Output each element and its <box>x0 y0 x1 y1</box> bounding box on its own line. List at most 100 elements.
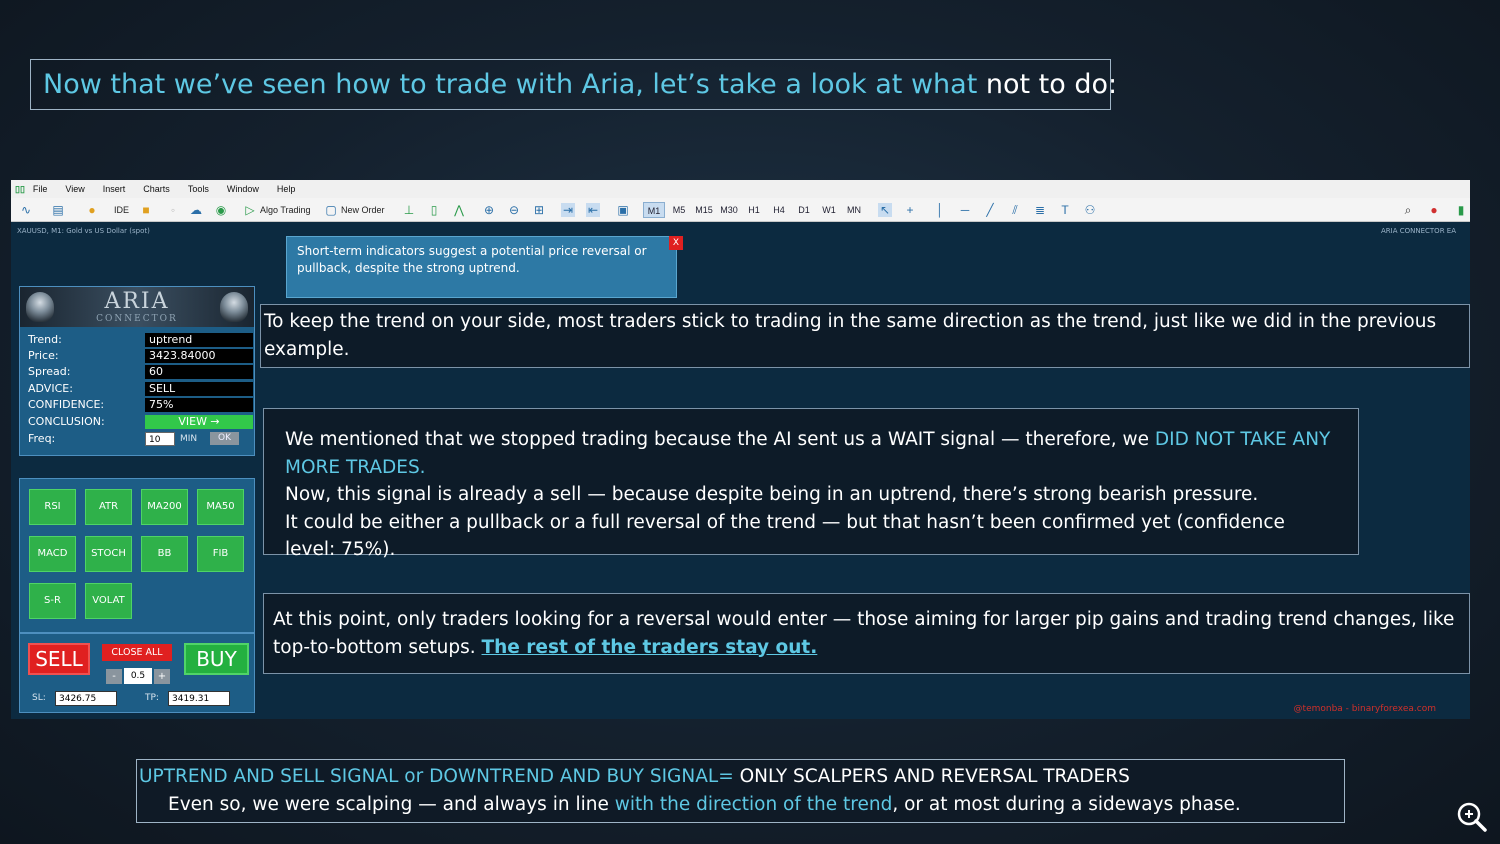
notifications-icon[interactable]: ● <box>1427 203 1441 217</box>
timeframe-mn[interactable]: MN <box>843 202 865 218</box>
crosshair-icon[interactable]: + <box>903 203 917 217</box>
tooltip-close-button[interactable]: X <box>669 236 683 250</box>
summary-line-2-highlight: with the direction of the trend <box>614 793 893 815</box>
menu-help[interactable]: Help <box>277 184 296 194</box>
indicator-tooltip: Short-term indicators suggest a potentia… <box>286 236 677 298</box>
menu-insert[interactable]: Insert <box>103 184 126 194</box>
lot-size-input[interactable]: 0.5 <box>124 668 152 684</box>
summary-box: UPTREND AND SELL SIGNAL or DOWNTREND AND… <box>136 759 1345 823</box>
buy-button[interactable]: BUY <box>184 643 249 675</box>
signal-icon[interactable]: ◦ <box>166 203 180 217</box>
menu-view[interactable]: View <box>65 184 84 194</box>
text-icon[interactable]: T <box>1058 203 1072 217</box>
close-all-button[interactable]: CLOSE ALL <box>102 644 172 661</box>
bb-button[interactable]: BB <box>141 536 188 572</box>
auto-scroll-icon[interactable]: ⇥ <box>561 203 575 217</box>
timeframe-h4[interactable]: H4 <box>768 202 790 218</box>
menu-charts[interactable]: Charts <box>143 184 170 194</box>
zoom-in-icon[interactable]: ⊕ <box>482 203 496 217</box>
horizontal-line-icon[interactable]: ─ <box>958 203 972 217</box>
search-icon[interactable]: ⌕ <box>1401 203 1415 217</box>
signal-strength-icon[interactable]: ▮ <box>1454 203 1468 217</box>
support-resistance-button[interactable]: S-R <box>29 583 76 619</box>
play-icon[interactable]: ▷ <box>243 203 257 217</box>
chart-shift-icon[interactable]: ⇤ <box>586 203 600 217</box>
algo-trading-button[interactable]: Algo Trading <box>260 202 311 218</box>
new-order-icon[interactable]: ▢ <box>324 203 338 217</box>
confidence-row: CONFIDENCE: 75% <box>28 397 253 413</box>
ma200-button[interactable]: MA200 <box>141 489 188 525</box>
timeframe-m1[interactable]: M1 <box>643 202 665 218</box>
timeframe-h1[interactable]: H1 <box>743 202 765 218</box>
cloud-icon[interactable]: ☁ <box>189 203 203 217</box>
timeframe-m5[interactable]: M5 <box>668 202 690 218</box>
summary-line-2-text-a: Even so, we were scalping — and always i… <box>168 793 615 815</box>
timeframe-m30[interactable]: M30 <box>718 202 740 218</box>
lot-increase-button[interactable]: + <box>154 669 170 684</box>
new-order-button[interactable]: New Order <box>341 202 385 218</box>
ma50-button[interactable]: MA50 <box>197 489 244 525</box>
shapes-icon[interactable]: ⚇ <box>1083 203 1097 217</box>
fib-button[interactable]: FIB <box>197 536 244 572</box>
vertical-line-icon[interactable]: │ <box>933 203 947 217</box>
rsi-button[interactable]: RSI <box>29 489 76 525</box>
take-profit-input[interactable]: 3419.31 <box>168 691 230 706</box>
screenshot-icon[interactable]: ▣ <box>616 203 630 217</box>
lot-decrease-button[interactable]: - <box>106 669 122 684</box>
signal-line-1: We mentioned that we stopped trading bec… <box>285 426 1337 481</box>
macd-button[interactable]: MACD <box>29 536 76 572</box>
trendline-icon[interactable]: ╱ <box>983 203 997 217</box>
volatility-button[interactable]: VOLAT <box>85 583 132 619</box>
timeframe-d1[interactable]: D1 <box>793 202 815 218</box>
atr-button[interactable]: ATR <box>85 489 132 525</box>
trend-label: Trend: <box>28 333 62 346</box>
freq-ok-button[interactable]: OK <box>210 432 239 445</box>
rest-of-traders-link[interactable]: The rest of the traders stay out. <box>482 637 818 658</box>
explanation-box-signal: We mentioned that we stopped trading bec… <box>263 408 1359 560</box>
conclusion-label: CONCLUSION: <box>28 415 105 428</box>
menu-window[interactable]: Window <box>227 184 259 194</box>
stoch-button[interactable]: STOCH <box>85 536 132 572</box>
timeframe-w1[interactable]: W1 <box>818 202 840 218</box>
signal-line-3: It could be either a pullback or a full … <box>285 511 1285 561</box>
view-conclusion-button[interactable]: VIEW → <box>145 415 253 429</box>
grid-icon[interactable]: ⊞ <box>532 203 546 217</box>
menu-file[interactable]: File <box>33 184 48 194</box>
freq-row: Freq: 10 MIN OK <box>28 431 248 447</box>
summary-line-1-highlight: UPTREND AND SELL SIGNAL or DOWNTREND AND… <box>139 766 734 787</box>
timeframe-m15[interactable]: M15 <box>693 202 715 218</box>
trend-row: Trend: uptrend <box>28 332 253 348</box>
menu-tools[interactable]: Tools <box>188 184 209 194</box>
cursor-icon[interactable]: ↖ <box>878 203 892 217</box>
fibonacci-icon[interactable]: ≣ <box>1033 203 1047 217</box>
candles-icon[interactable]: ▯ <box>427 203 441 217</box>
bar-chart-icon[interactable]: ⊥ <box>402 203 416 217</box>
channel-icon[interactable]: ⫽ <box>1008 203 1022 217</box>
summary-line-1-text: ONLY SCALPERS AND REVERSAL TRADERS <box>733 766 1130 787</box>
price-value: 3423.84000 <box>145 349 253 363</box>
globe-icon[interactable]: ◉ <box>214 203 228 217</box>
magnifier-zoom-icon[interactable] <box>1456 801 1488 833</box>
explanation-box-reversal: At this point, only traders looking for … <box>263 593 1470 674</box>
confidence-value: 75% <box>145 398 253 412</box>
aria-logo-subtitle: CONNECTOR <box>96 314 178 324</box>
sell-button[interactable]: SELL <box>28 643 90 675</box>
freq-input[interactable]: 10 <box>145 432 175 446</box>
title-part-2: not to do: <box>985 69 1118 100</box>
freq-unit: MIN <box>180 434 198 444</box>
chart-type-icon[interactable]: ∿ <box>19 203 33 217</box>
menu-bar: ▯▯ File View Insert Charts Tools Window … <box>11 180 1470 198</box>
stop-loss-input[interactable]: 3426.75 <box>55 691 117 706</box>
ide-button[interactable]: IDE <box>114 202 129 218</box>
lock-icon[interactable]: ■ <box>139 203 153 217</box>
aria-logo-title: ARIA <box>104 289 170 314</box>
profiles-icon[interactable]: ▤ <box>51 203 65 217</box>
line-chart-icon[interactable]: ⋀ <box>452 203 466 217</box>
coin-icon[interactable]: ● <box>85 203 99 217</box>
spread-row: Spread: 60 <box>28 364 253 380</box>
reversal-text: At this point, only traders looking for … <box>273 609 1455 658</box>
robot-avatar-icon <box>220 292 248 322</box>
zoom-out-icon[interactable]: ⊖ <box>507 203 521 217</box>
advice-label: ADVICE: <box>28 382 73 395</box>
stop-loss-label: SL: <box>32 693 46 703</box>
